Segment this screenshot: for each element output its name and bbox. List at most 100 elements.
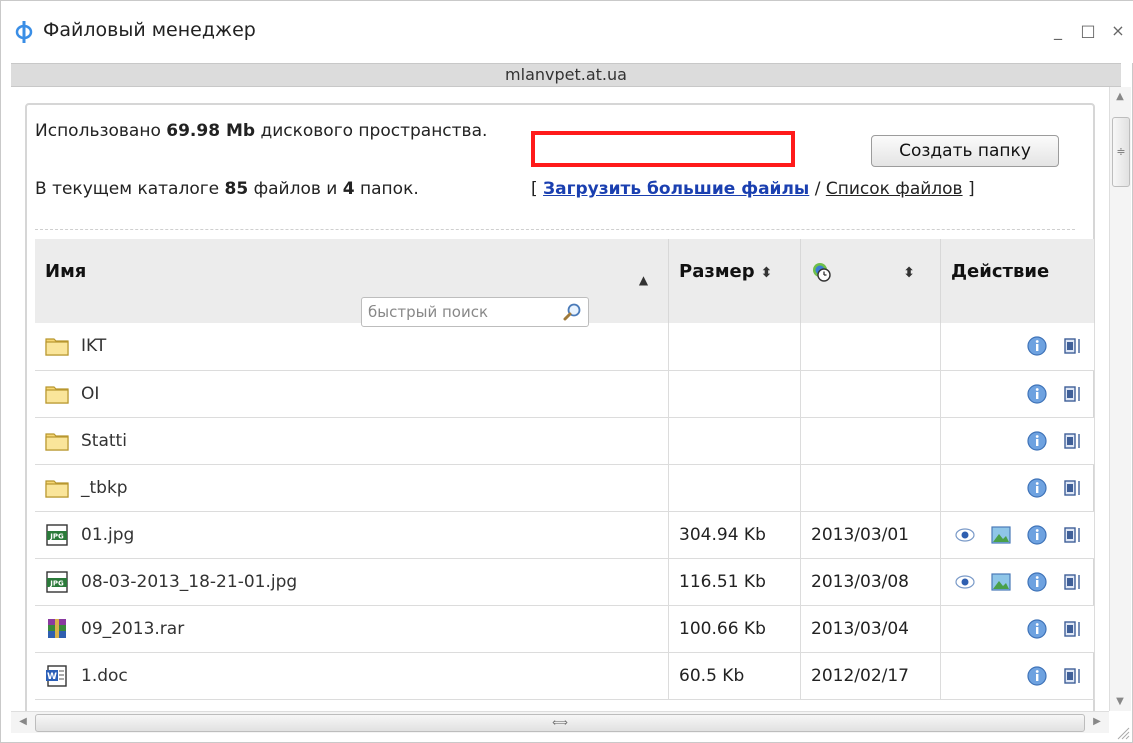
file-name[interactable]: Statti bbox=[81, 431, 127, 451]
quick-search-input[interactable]: быстрый поиск bbox=[361, 297, 589, 327]
file-name[interactable]: IKT bbox=[81, 336, 106, 356]
info-icon[interactable] bbox=[1026, 383, 1048, 405]
file-name-cell[interactable]: OI bbox=[35, 370, 670, 418]
svg-text:JPG: JPG bbox=[49, 579, 64, 587]
folder-icon bbox=[45, 383, 69, 405]
file-date: 2013/03/08 bbox=[811, 571, 909, 592]
app-icon bbox=[15, 21, 33, 43]
resize-grip-icon[interactable] bbox=[1114, 724, 1130, 740]
table-row[interactable]: Statti bbox=[35, 417, 1096, 465]
scroll-left-arrow[interactable]: ◀ bbox=[13, 716, 33, 727]
file-table: Имя ▲ быстрый поиск Размер ⬍ ⬍ Действие … bbox=[35, 239, 1096, 700]
image-preview-icon[interactable] bbox=[990, 524, 1012, 546]
table-row[interactable]: 09_2013.rar 100.66 Kb 2013/03/04 bbox=[35, 605, 1096, 653]
clock-icon bbox=[813, 263, 831, 282]
file-name-cell[interactable]: JPG 08-03-2013_18-21-01.jpg bbox=[35, 558, 670, 606]
view-eye-icon[interactable] bbox=[954, 524, 976, 546]
files-count: 85 bbox=[224, 179, 249, 199]
sort-icon[interactable]: ⬍ bbox=[761, 265, 773, 281]
size-column-header[interactable]: Размер ⬍ bbox=[668, 239, 802, 323]
file-name-cell[interactable]: _tbkp bbox=[35, 464, 670, 512]
file-name[interactable]: OI bbox=[81, 384, 99, 404]
file-size-cell: 100.66 Kb bbox=[668, 605, 802, 653]
date-column-header[interactable]: ⬍ bbox=[800, 239, 941, 323]
divider bbox=[35, 229, 1075, 230]
select-checkbox-icon[interactable] bbox=[1062, 383, 1084, 405]
file-name-cell[interactable]: W 1.doc bbox=[35, 652, 670, 700]
horizontal-scrollbar[interactable]: ◀ ⟺ ▶ bbox=[11, 711, 1109, 733]
file-name-cell[interactable]: IKT bbox=[35, 323, 670, 371]
name-column-header[interactable]: Имя ▲ быстрый поиск bbox=[35, 239, 670, 327]
file-name[interactable]: 08-03-2013_18-21-01.jpg bbox=[81, 572, 297, 592]
view-eye-icon[interactable] bbox=[954, 571, 976, 593]
close-button[interactable]: × bbox=[1110, 23, 1126, 39]
file-size-cell bbox=[668, 464, 802, 512]
dir-prefix: В текущем каталоге bbox=[35, 179, 220, 199]
file-size-cell: 116.51 Kb bbox=[668, 558, 802, 606]
actions-cell bbox=[940, 417, 1096, 465]
create-folder-button[interactable]: Создать папку bbox=[871, 135, 1059, 167]
file-list-link[interactable]: Список файлов bbox=[826, 179, 963, 199]
folders-count: 4 bbox=[342, 179, 355, 199]
file-name-cell[interactable]: Statti bbox=[35, 417, 670, 465]
file-date: 2013/03/04 bbox=[811, 618, 909, 639]
file-size-cell bbox=[668, 323, 802, 371]
used-prefix: Использовано bbox=[35, 121, 161, 141]
info-icon[interactable] bbox=[1026, 571, 1048, 593]
file-date-cell: 2013/03/01 bbox=[800, 511, 941, 559]
image-preview-icon[interactable] bbox=[990, 571, 1012, 593]
file-name[interactable]: _tbkp bbox=[81, 478, 128, 498]
file-size-cell: 60.5 Kb bbox=[668, 652, 802, 700]
select-checkbox-icon[interactable] bbox=[1062, 430, 1084, 452]
file-date-cell bbox=[800, 323, 941, 371]
scroll-down-arrow[interactable]: ▼ bbox=[1110, 696, 1130, 707]
info-icon[interactable] bbox=[1026, 665, 1048, 687]
folders-word: папок. bbox=[360, 179, 419, 199]
file-name[interactable]: 09_2013.rar bbox=[81, 619, 184, 639]
table-header-row: Имя ▲ быстрый поиск Размер ⬍ ⬍ Действие bbox=[35, 239, 1096, 327]
actions-cell bbox=[940, 511, 1096, 559]
link-separator: / bbox=[814, 179, 821, 199]
sort-ascending-icon[interactable]: ▲ bbox=[639, 273, 648, 287]
table-row[interactable]: JPG 01.jpg 304.94 Kb 2013/03/01 bbox=[35, 511, 1096, 559]
select-checkbox-icon[interactable] bbox=[1062, 665, 1084, 687]
select-checkbox-icon[interactable] bbox=[1062, 524, 1084, 546]
select-checkbox-icon[interactable] bbox=[1062, 571, 1084, 593]
file-size-cell bbox=[668, 417, 802, 465]
table-row[interactable]: JPG 08-03-2013_18-21-01.jpg 116.51 Kb 2013/… bbox=[35, 558, 1096, 606]
actions-cell bbox=[940, 558, 1096, 606]
search-icon[interactable] bbox=[562, 302, 582, 322]
upload-big-files-link[interactable]: Загрузить большие файлы bbox=[543, 179, 809, 199]
table-row[interactable]: IKT bbox=[35, 323, 1096, 371]
select-checkbox-icon[interactable] bbox=[1062, 618, 1084, 640]
folder-icon bbox=[45, 477, 69, 499]
file-name[interactable]: 1.doc bbox=[81, 666, 128, 686]
file-size: 60.5 Kb bbox=[679, 665, 745, 686]
file-date-cell bbox=[800, 417, 941, 465]
table-row[interactable]: W 1.doc 60.5 Kb 2012/02/17 bbox=[35, 652, 1096, 700]
info-icon[interactable] bbox=[1026, 335, 1048, 357]
action-column-header: Действие bbox=[940, 239, 1096, 323]
info-icon[interactable] bbox=[1026, 618, 1048, 640]
info-icon[interactable] bbox=[1026, 477, 1048, 499]
vertical-scroll-thumb[interactable]: ≑ bbox=[1112, 117, 1130, 187]
sort-icon[interactable]: ⬍ bbox=[903, 265, 915, 281]
minimize-button[interactable]: _ bbox=[1050, 23, 1066, 39]
file-name[interactable]: 01.jpg bbox=[81, 525, 134, 545]
scroll-right-arrow[interactable]: ▶ bbox=[1087, 716, 1107, 727]
table-row[interactable]: _tbkp bbox=[35, 464, 1096, 512]
info-icon[interactable] bbox=[1026, 524, 1048, 546]
vertical-scrollbar[interactable]: ▲ ≑ ▼ bbox=[1109, 87, 1131, 711]
file-name-cell[interactable]: 09_2013.rar bbox=[35, 605, 670, 653]
maximize-button[interactable]: □ bbox=[1080, 23, 1096, 39]
horizontal-scroll-thumb[interactable]: ⟺ bbox=[35, 714, 1085, 732]
scroll-up-arrow[interactable]: ▲ bbox=[1110, 91, 1130, 102]
select-checkbox-icon[interactable] bbox=[1062, 477, 1084, 499]
file-name-cell[interactable]: JPG 01.jpg bbox=[35, 511, 670, 559]
file-date: 2012/02/17 bbox=[811, 665, 909, 686]
file-date-cell: 2013/03/08 bbox=[800, 558, 941, 606]
info-icon[interactable] bbox=[1026, 430, 1048, 452]
select-checkbox-icon[interactable] bbox=[1062, 335, 1084, 357]
used-suffix: дискового пространства. bbox=[260, 121, 488, 141]
table-row[interactable]: OI bbox=[35, 370, 1096, 418]
